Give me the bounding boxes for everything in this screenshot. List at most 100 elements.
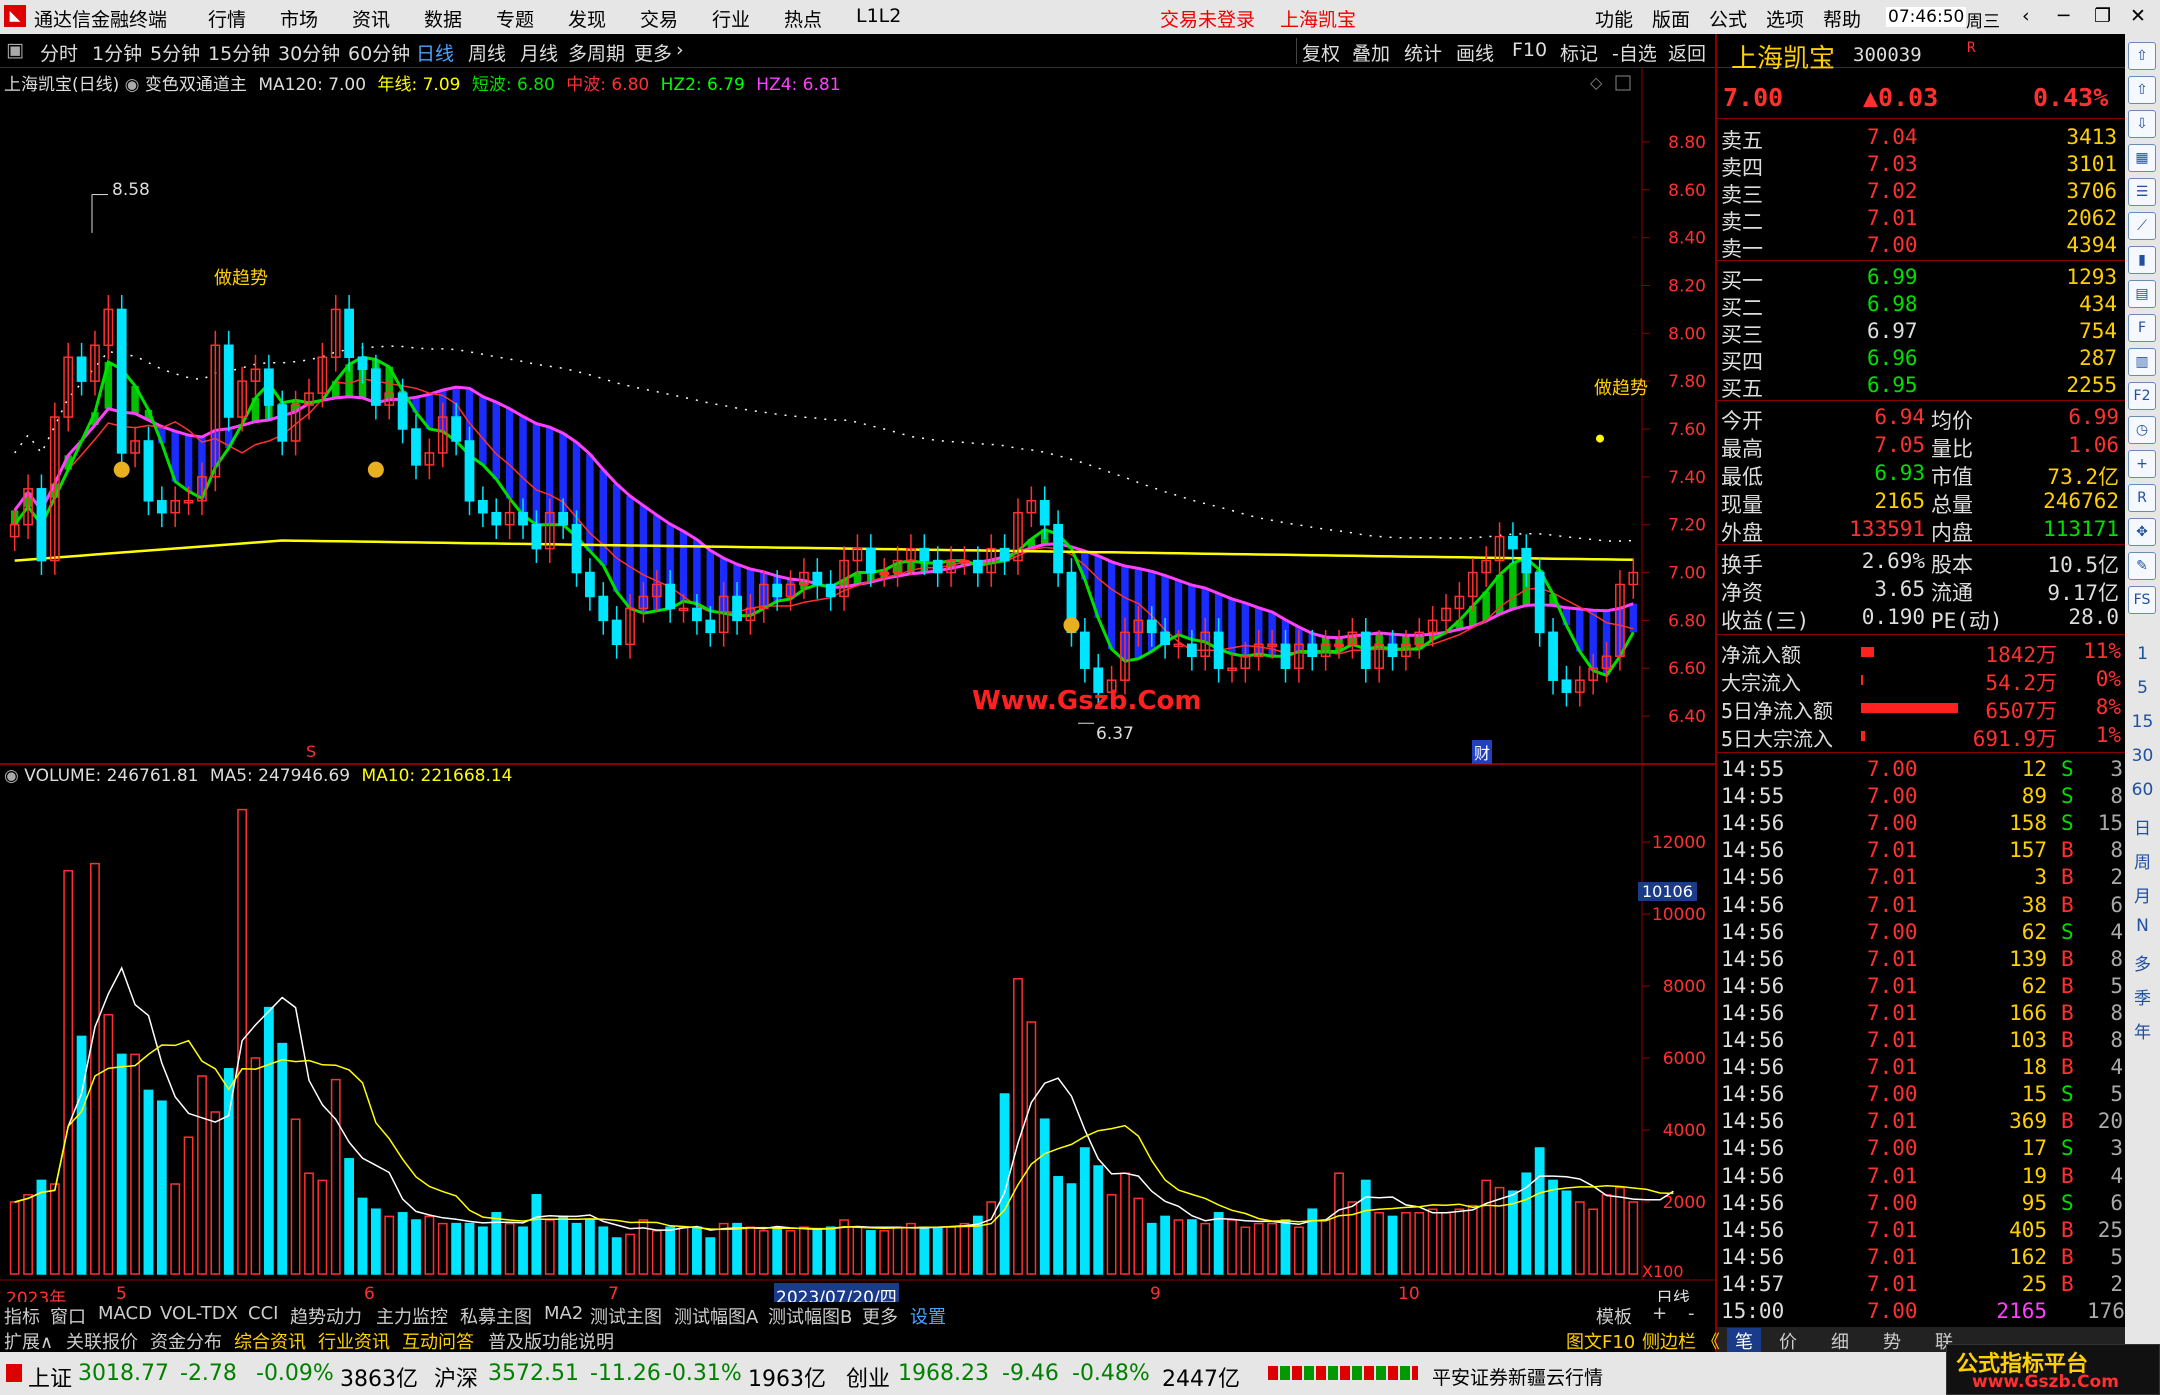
menu-zhuanti[interactable]: 专题 xyxy=(496,5,534,32)
period-30min[interactable]: 30分钟 xyxy=(278,39,340,66)
server-name[interactable]: 平安证券新疆云行情 xyxy=(1432,1363,1603,1390)
grid-icon[interactable]: ▦ xyxy=(2128,144,2156,172)
tool-diejia[interactable]: 叠加 xyxy=(1352,39,1390,66)
period-shortcut[interactable]: 5 xyxy=(2125,678,2160,698)
period-shortcut[interactable]: N xyxy=(2125,916,2160,936)
tool-tongji[interactable]: 统计 xyxy=(1404,39,1442,66)
back-icon[interactable]: ‹ xyxy=(2022,5,2030,27)
toolbar-toggle-icon[interactable]: ▣ xyxy=(6,39,24,61)
plus-icon[interactable]: + xyxy=(2128,450,2156,478)
panel-tab-jia[interactable]: 价 xyxy=(1779,1328,1797,1354)
menu-banmian[interactable]: 版面 xyxy=(1652,5,1690,32)
tab-vol-tdx[interactable]: VOL-TDX xyxy=(160,1303,238,1324)
text-icon[interactable]: ▤ xyxy=(2128,280,2156,308)
kline-chart-area[interactable]: 8.80 8.60 8.40 8.20 8.00 7.80 7.60 7.40 7.20 7.00… xyxy=(0,68,1715,1318)
candle-icon[interactable]: ▮ xyxy=(2128,246,2156,274)
indicator-icon[interactable]: ◉ xyxy=(125,75,145,95)
menu-jiaoyi[interactable]: 交易 xyxy=(640,5,678,32)
chevron-right-icon[interactable]: › xyxy=(676,39,684,61)
minimize-icon[interactable]: ─ xyxy=(2058,5,2069,27)
tab-ceshi-b[interactable]: 测试幅图B xyxy=(768,1303,852,1329)
menu-zixun[interactable]: 资讯 xyxy=(352,5,390,32)
ext-zijin[interactable]: 资金分布 xyxy=(150,1328,222,1354)
ext-puji[interactable]: 普及版功能说明 xyxy=(488,1328,614,1354)
ext-hudong[interactable]: 互动问答 xyxy=(402,1328,474,1354)
up-arrow-icon[interactable]: ⇧ xyxy=(2128,76,2156,104)
period-5min[interactable]: 5分钟 xyxy=(150,39,200,66)
period-shortcut[interactable]: 多 xyxy=(2125,950,2160,975)
f10-link[interactable]: 图文F10 xyxy=(1566,1328,1635,1354)
tab-ma2[interactable]: MA2 xyxy=(544,1303,583,1324)
tool-biaoji[interactable]: 标记 xyxy=(1560,39,1598,66)
period-shortcut[interactable]: 季 xyxy=(2125,984,2160,1009)
menu-shuju[interactable]: 数据 xyxy=(424,5,462,32)
ext-guanlian[interactable]: 关联报价 xyxy=(66,1328,138,1354)
move-icon[interactable]: ✥ xyxy=(2128,518,2156,546)
rsi-icon[interactable]: R xyxy=(2128,484,2156,512)
f2-icon[interactable]: F2 xyxy=(2128,382,2156,410)
cy-label[interactable]: 创业 xyxy=(846,1361,890,1393)
period-shortcut[interactable]: 30 xyxy=(2125,746,2160,766)
tab-zhuli[interactable]: 主力监控 xyxy=(376,1303,448,1329)
period-multi[interactable]: 多周期 xyxy=(568,39,625,66)
period-15min[interactable]: 15分钟 xyxy=(208,39,270,66)
period-shortcut[interactable]: 60 xyxy=(2125,780,2160,800)
menu-hangye[interactable]: 行业 xyxy=(712,5,750,32)
close-icon[interactable]: ✕ xyxy=(2130,5,2146,27)
fs-icon[interactable]: FS xyxy=(2128,586,2156,614)
add-window-button[interactable]: + xyxy=(1652,1303,1667,1324)
menu-redian[interactable]: 热点 xyxy=(784,5,822,32)
tab-chuangkou[interactable]: 窗口 xyxy=(50,1303,86,1329)
menu-faxian[interactable]: 发现 xyxy=(568,5,606,32)
up-arrow-icon[interactable]: ⇧ xyxy=(2128,42,2156,70)
menu-gongneng[interactable]: 功能 xyxy=(1595,5,1633,32)
period-60min[interactable]: 60分钟 xyxy=(348,39,410,66)
tool-f10[interactable]: F10 xyxy=(1512,39,1547,61)
panel-tab-xi[interactable]: 细 xyxy=(1831,1328,1849,1354)
period-fenshi[interactable]: 分时 xyxy=(40,39,78,66)
period-daily[interactable]: 日线 xyxy=(416,39,454,66)
pen-icon[interactable]: ✎ xyxy=(2128,552,2156,580)
kline-chart[interactable]: 8.80 8.60 8.40 8.20 8.00 7.80 7.60 7.40 7.20 7.00… xyxy=(0,68,1715,1318)
sidebar-toggle[interactable]: 侧边栏 《 xyxy=(1642,1328,1720,1354)
tab-ceshi-a[interactable]: 测试幅图A xyxy=(674,1303,758,1329)
f10-icon[interactable]: F xyxy=(2128,314,2156,342)
menu-shichang[interactable]: 市场 xyxy=(280,5,318,32)
panel-tab-bi[interactable]: 笔 xyxy=(1727,1328,1761,1354)
tab-simu[interactable]: 私募主图 xyxy=(460,1303,532,1329)
period-monthly[interactable]: 月线 xyxy=(520,39,558,66)
tool-fanhui[interactable]: 返回 xyxy=(1668,39,1706,66)
period-shortcut[interactable]: 1 xyxy=(2125,644,2160,664)
ext-kuozhan[interactable]: 扩展∧ xyxy=(4,1328,53,1354)
panel-tab-shi[interactable]: 势 xyxy=(1883,1328,1901,1354)
tab-qushi[interactable]: 趋势动力 xyxy=(290,1303,362,1329)
login-status[interactable]: 交易未登录 xyxy=(1160,5,1255,32)
period-shortcut[interactable]: 年 xyxy=(2125,1018,2160,1043)
tab-cci[interactable]: CCI xyxy=(248,1303,278,1324)
tab-ceshi-zhutu[interactable]: 测试主图 xyxy=(590,1303,662,1329)
ext-hangye[interactable]: 行业资讯 xyxy=(318,1328,390,1354)
period-shortcut[interactable]: 15 xyxy=(2125,712,2160,732)
period-shortcut[interactable]: 月 xyxy=(2125,882,2160,907)
sz-label[interactable]: 沪深 xyxy=(434,1361,478,1393)
tab-more[interactable]: 更多 xyxy=(862,1303,898,1329)
tool-fuquan[interactable]: 复权 xyxy=(1302,39,1340,66)
sh-label[interactable]: 上证 xyxy=(28,1361,72,1393)
indicator-name[interactable]: 变色双通道主 xyxy=(145,75,247,95)
menu-bangzhu[interactable]: 帮助 xyxy=(1823,5,1861,32)
volume-indicator-icon[interactable]: ◉ xyxy=(4,766,24,786)
clock-icon[interactable]: ◷ xyxy=(2128,416,2156,444)
remove-window-button[interactable]: - xyxy=(1688,1303,1695,1324)
period-shortcut[interactable]: 日 xyxy=(2125,814,2160,839)
period-weekly[interactable]: 周线 xyxy=(468,39,506,66)
menu-l1l2[interactable]: L1L2 xyxy=(856,5,901,27)
tool-zixuan[interactable]: -自选 xyxy=(1612,39,1657,66)
ext-zonghe[interactable]: 综合资讯 xyxy=(234,1328,306,1354)
template-button[interactable]: 模板 xyxy=(1596,1303,1632,1329)
period-1min[interactable]: 1分钟 xyxy=(92,39,142,66)
tab-settings[interactable]: 设置 xyxy=(910,1303,946,1329)
line-chart-icon[interactable]: ⟋ xyxy=(2128,212,2156,240)
tool-huaxian[interactable]: 画线 xyxy=(1456,39,1494,66)
chart-icon[interactable]: ▥ xyxy=(2128,348,2156,376)
tab-zhibiao[interactable]: 指标 xyxy=(4,1303,40,1329)
